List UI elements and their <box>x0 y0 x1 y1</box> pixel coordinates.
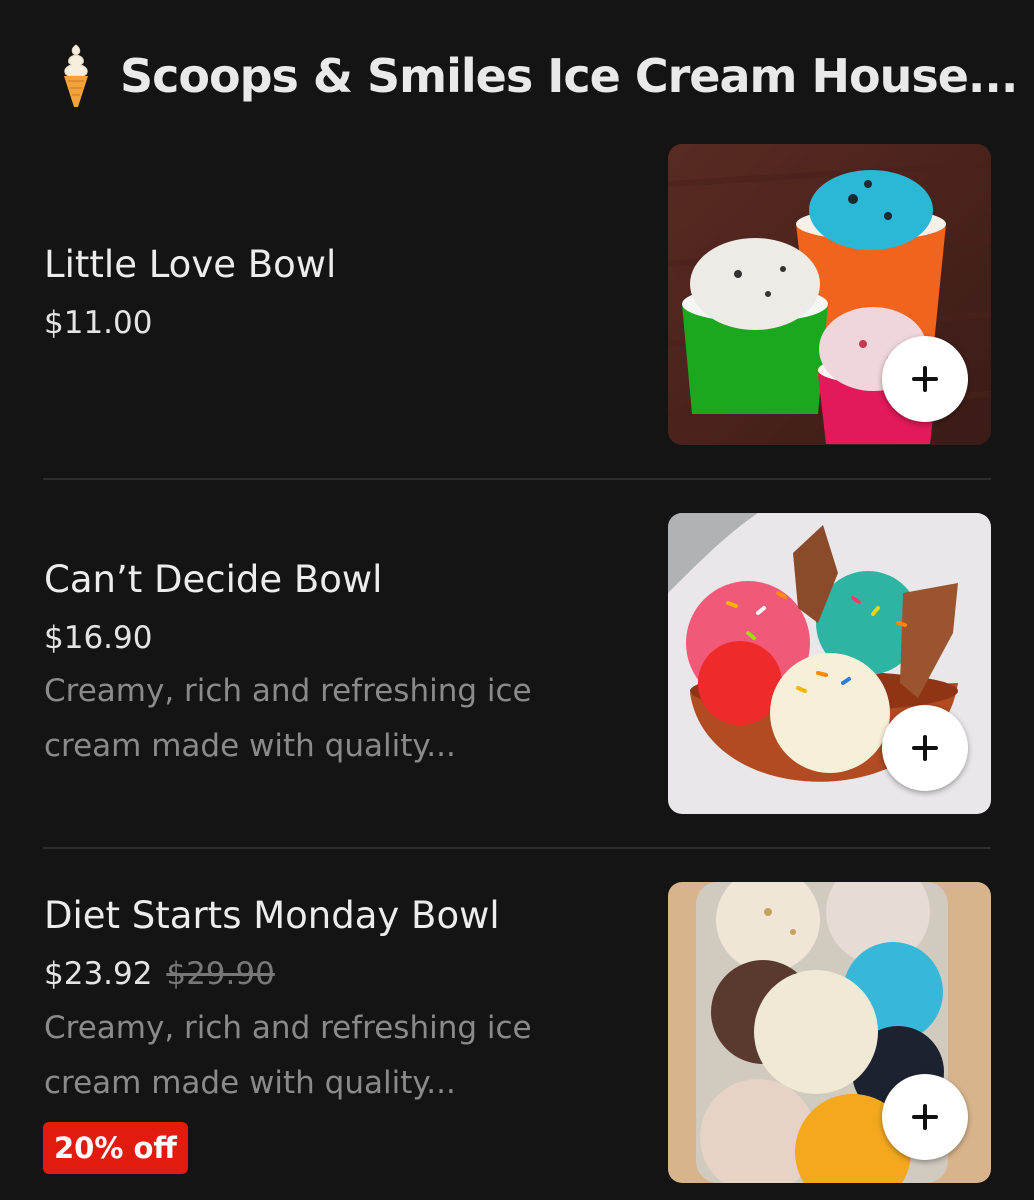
item-name: Can’t Decide Bowl <box>44 558 383 601</box>
item-name: Little Love Bowl <box>44 243 337 286</box>
add-to-cart-button[interactable] <box>882 336 968 422</box>
menu-item[interactable]: Diet Starts Monday Bowl $23.92 $29.90 Cr… <box>0 848 1034 1200</box>
item-price: $16.90 <box>44 620 153 656</box>
discount-badge: 20% off <box>43 1122 188 1174</box>
item-price: $23.92 $29.90 <box>44 956 275 992</box>
plus-icon <box>912 735 938 761</box>
add-to-cart-button[interactable] <box>882 1074 968 1160</box>
item-name: Diet Starts Monday Bowl <box>44 894 500 937</box>
item-price: $11.00 <box>44 305 153 341</box>
add-to-cart-button[interactable] <box>882 705 968 791</box>
item-description: Creamy, rich and refreshing ice cream ma… <box>44 1010 532 1101</box>
menu-item[interactable]: Little Love Bowl $11.00 <box>0 0 1034 480</box>
original-price: $29.90 <box>166 956 275 992</box>
discounted-price: $23.92 <box>44 956 153 992</box>
menu-item[interactable]: Can’t Decide Bowl $16.90 Creamy, rich an… <box>0 480 1034 848</box>
plus-icon <box>912 366 938 392</box>
plus-icon <box>912 1104 938 1130</box>
item-description: Creamy, rich and refreshing ice cream ma… <box>44 673 532 764</box>
